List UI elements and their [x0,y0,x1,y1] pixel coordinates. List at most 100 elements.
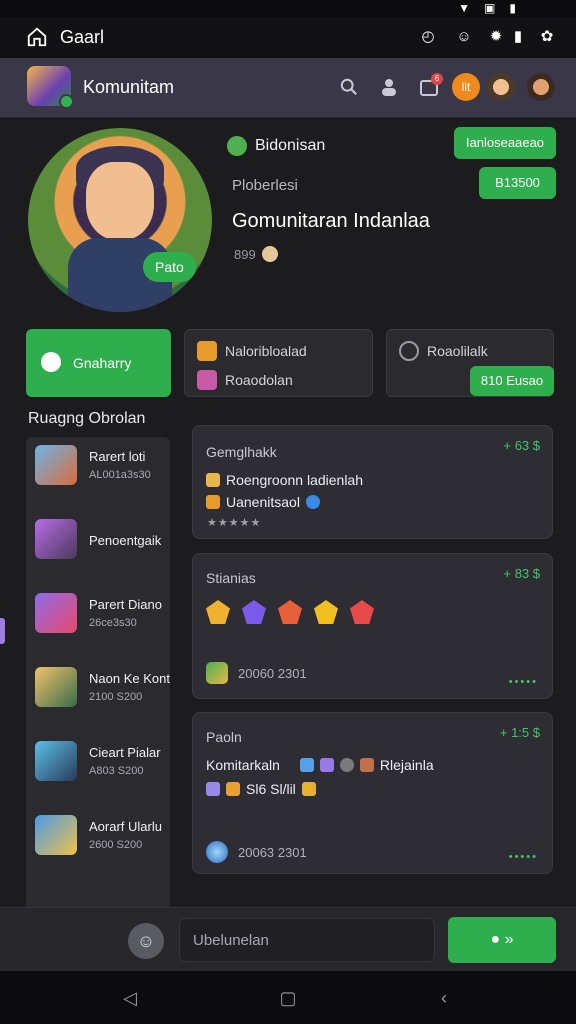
trophy-icon [226,782,240,796]
search-icon[interactable] [335,73,363,101]
recents-icon[interactable]: ‹ [433,987,455,1009]
profile-avatar: Pato [28,128,212,312]
list-item[interactable]: Penoentgaik [26,511,170,585]
bag-icon [359,758,374,772]
rating-stars: ★★★★★ [207,517,262,529]
chat-name: Naon Ke Kont [89,671,170,686]
inbox-icon[interactable]: 6 [415,73,443,101]
profile-name: Gomunitaran Indanlaa [232,210,430,232]
feed-card[interactable]: Gemglhakk + 63 $ Roengroonn ladienlah Ua… [192,425,553,539]
user-avatar[interactable] [527,73,555,101]
list-item[interactable]: Naon Ke Kont 2100 S200 [26,659,170,733]
chat-name: Rarert loti [89,449,146,464]
feed-card[interactable]: Stianias + 83 $ 20060 2301 ••••• [192,553,553,699]
owl-icon[interactable] [206,600,230,624]
person-icon [305,495,320,509]
gem-icon [299,758,314,772]
wing-icon[interactable] [278,600,302,624]
card-footer-text: 20063 2301 [238,844,307,860]
notification-badge: 6 [431,73,443,85]
tab-gnaharry[interactable]: Gnaharry [26,329,171,397]
status-bar: ▼ ▣ ▮ [0,0,576,18]
brand-label: Bidonisan [255,137,326,154]
chat-avatar [35,667,77,707]
bug-icon[interactable]: ✹ [486,27,506,47]
home-icon[interactable] [26,26,48,48]
settings-icon[interactable]: ✿ [537,27,557,47]
friend-avatar[interactable] [487,73,515,101]
list-item[interactable]: Rarert loti AL001a3s30 [26,437,170,511]
drawer-handle[interactable] [0,618,5,644]
logo-badge [59,94,74,109]
game-icon [206,662,228,684]
message-input[interactable] [179,918,435,962]
app-header: Komunitam 6 lit [0,58,576,118]
timer-icon[interactable]: ◴ [418,27,438,47]
list-item[interactable]: Parert Diano 26ce3s30 [26,585,170,659]
chat-name: Cieart Pialar [89,745,161,760]
card-value: + 1:5 $ [499,725,540,740]
tab-action-button[interactable]: 810 Eusao [470,366,554,396]
chat-avatar [35,445,77,485]
feed-card[interactable]: Paoln + 1:5 $ Komitarkaln Rlejainla Sl6 … [192,712,553,874]
chat-name: Penoentgaik [89,533,162,548]
card-line-text: Rlejainla [379,757,434,773]
chat-sub: A803 S200 [89,765,144,777]
brand-icon [227,136,247,156]
chat-sub: 26ce3s30 [89,617,137,629]
section-title: Ruagng Obrolan [28,410,146,427]
secondary-action-button[interactable]: B13500 [479,167,556,199]
top-title: Gaarl [60,27,105,47]
tab-label: Gnaharry [73,355,132,371]
chat-list: Rarert loti AL001a3s30 Penoentgaik Parer… [26,437,170,907]
chat-avatar [35,741,77,781]
chat-sub: 2100 S200 [89,691,143,703]
card-footer: 20060 2301 [206,662,307,684]
card-dots: ••••• [508,676,538,688]
chat-name: Aorarf Ularlu [89,819,162,834]
home-nav-icon[interactable]: ▢ [277,987,299,1009]
card-line-text: Uanenitsaol [226,494,300,510]
tab-label: Naloribloalad [225,343,307,359]
stat-value: 899 [234,246,256,262]
orange-badge-button[interactable]: lit [452,73,480,101]
reaction-row [206,600,374,624]
card-line-text: Komitarkaln [206,757,280,773]
tab-notifications[interactable]: Naloribloalad Roaodolan [184,329,373,397]
card-footer: 20063 2301 [206,841,307,863]
list-item[interactable]: Aorarf Ularlu 2600 S200 [26,807,170,881]
star-icon[interactable] [314,600,338,624]
tab-label: Roaolilalk [427,343,488,359]
profile-role: Ploberlesi [232,177,298,194]
card-value: + 63 $ [503,438,540,453]
list-item[interactable]: Cieart Pialar A803 S200 [26,733,170,807]
card-value: + 83 $ [503,566,540,581]
avatar-pill[interactable]: Pato [143,252,196,282]
record-icon [399,341,419,361]
smiley-icon[interactable]: ☺ [454,27,474,47]
chat-avatar [35,593,77,633]
coin-icon [261,246,278,262]
crown-icon[interactable] [242,600,266,624]
cast-icon: ▣ [484,1,496,15]
primary-action-button[interactable]: Ianloseaaeao [454,127,556,159]
app-logo[interactable] [27,66,74,109]
card-header: Paoln [206,729,242,745]
card-header: Gemglhakk [206,444,277,460]
chat-bubble-icon [41,352,61,372]
card-dots: ••••• [508,851,538,863]
card-line-text: Sl6 Sl/lil [246,781,296,797]
bird-icon [319,758,334,772]
gift-icon [197,370,217,390]
chest-icon [206,495,220,509]
emoji-button[interactable]: ☺ [128,923,164,959]
fire-icon[interactable] [350,600,374,624]
card-line: Sl6 Sl/lil [206,781,316,797]
send-button[interactable]: ● » [448,917,556,963]
chat-avatar [35,815,77,855]
chat-sub: AL001a3s30 [89,469,151,481]
card-header: Stianias [206,570,256,586]
back-icon[interactable]: ◁ [119,987,141,1009]
people-icon[interactable] [375,73,403,101]
tab-roaolilalk[interactable]: Roaolilalk 810 Eusao [386,329,554,397]
